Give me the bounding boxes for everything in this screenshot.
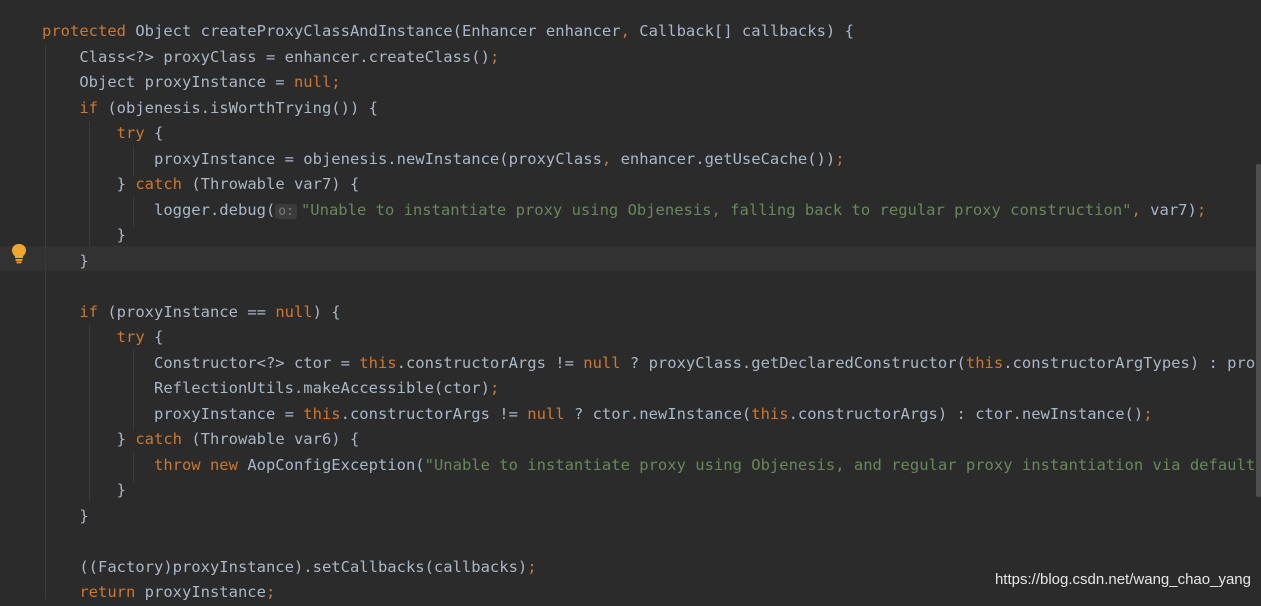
code-token: (Throwable var6) {: [191, 430, 360, 448]
code-token: (Throwable var7) {: [191, 175, 360, 193]
code-token: protected: [42, 22, 136, 40]
code-line[interactable]: try {: [42, 325, 1256, 351]
code-token: {: [153, 328, 164, 346]
code-token: this: [359, 353, 397, 372]
code-line[interactable]: } catch (Throwable var6) {: [42, 427, 1256, 453]
code-line[interactable]: [42, 529, 1256, 555]
code-token: ;: [1143, 404, 1153, 423]
code-token: "Unable to instantiate proxy using Objen…: [424, 455, 1256, 474]
code-token: Constructor<?> ctor =: [42, 353, 360, 372]
code-line[interactable]: } catch (Throwable var7) {: [42, 172, 1256, 198]
code-token: AopConfigException(: [247, 455, 425, 474]
code-line[interactable]: }: [42, 478, 1256, 504]
code-token: ,: [601, 149, 621, 168]
code-token: ;: [1196, 200, 1207, 219]
code-token: proxyInstance = objenesis.newInstance(pr…: [42, 149, 602, 168]
code-token: Callback[] callbacks) {: [639, 22, 854, 40]
vertical-scrollbar[interactable]: [1256, 164, 1261, 497]
code-token: .constructorArgs !=: [396, 353, 584, 372]
code-token: }: [42, 251, 89, 270]
code-token: null: [527, 404, 574, 423]
code-token: }: [42, 226, 126, 244]
code-token: throw new: [153, 455, 248, 474]
code-token: ,: [620, 22, 640, 40]
code-line[interactable]: Class<?> proxyClass = enhancer.createCla…: [42, 45, 1256, 71]
code-token: proxyInstance: [144, 583, 266, 601]
code-token: }: [42, 175, 136, 193]
code-token: try: [116, 328, 154, 346]
code-token: "Unable to instantiate proxy using Objen…: [300, 200, 1132, 219]
code-line[interactable]: throw new AopConfigException("Unable to …: [42, 453, 1256, 479]
code-token: }: [42, 430, 136, 448]
code-line[interactable]: }: [42, 223, 1256, 249]
code-line[interactable]: proxyInstance = this.constructorArgs != …: [42, 402, 1256, 428]
code-token: ;: [331, 73, 341, 91]
code-token: ? proxyClass.getDeclaredConstructor(: [629, 353, 966, 372]
lightbulb-icon[interactable]: [10, 243, 28, 265]
code-line[interactable]: protected Object createProxyClassAndInst…: [42, 19, 1256, 45]
code-token: enhancer.getUseCache()): [620, 149, 836, 168]
code-token: if: [79, 302, 108, 321]
code-token: .constructorArgs !=: [340, 404, 528, 423]
code-token: return: [79, 583, 145, 601]
parameter-hint: o:: [275, 203, 297, 219]
code-line[interactable]: proxyInstance = objenesis.newInstance(pr…: [42, 147, 1256, 173]
code-line[interactable]: Object proxyInstance = null;: [42, 70, 1256, 96]
code-token: logger.debug(: [42, 200, 276, 219]
code-token: ;: [489, 379, 500, 397]
code-token: }: [42, 506, 89, 525]
code-token: (proxyInstance ==: [107, 302, 276, 321]
code-token: Class<?> proxyClass = enhancer.createCla…: [42, 47, 490, 66]
code-token: Object proxyInstance =: [42, 73, 294, 91]
code-token: }: [42, 481, 126, 499]
code-line[interactable]: Constructor<?> ctor = this.constructorAr…: [42, 351, 1256, 377]
code-token: ,: [1131, 200, 1151, 219]
code-token: null: [293, 73, 332, 91]
code-token: var7): [1150, 200, 1197, 219]
code-token: ) {: [312, 302, 341, 321]
code-token: ;: [489, 47, 500, 66]
code-token: proxyInstance =: [42, 404, 304, 423]
code-line[interactable]: [42, 274, 1256, 300]
code-token: catch: [135, 430, 192, 448]
code-line[interactable]: logger.debug(o: "Unable to instantiate pr…: [42, 198, 1256, 224]
code-token: .constructorArgTypes) : proxyClass.getDe…: [1003, 353, 1256, 372]
code-token: ReflectionUtils.makeAccessible(ctor): [42, 379, 490, 397]
code-token: ((Factory)proxyInstance).setCallbacks(ca…: [42, 557, 528, 576]
editor-gutter: [0, 0, 40, 599]
code-token: .constructorArgs) : ctor.newInstance(): [788, 404, 1144, 423]
code-token: ;: [527, 557, 537, 576]
code-token: {: [153, 124, 164, 142]
code-line[interactable]: try {: [42, 121, 1256, 147]
watermark-url: https://blog.csdn.net/wang_chao_yang: [994, 571, 1251, 588]
code-token: Object createProxyClassAndInstance(Enhan…: [135, 22, 621, 40]
code-editor[interactable]: protected Object createProxyClassAndInst…: [42, 19, 1256, 606]
code-line[interactable]: ReflectionUtils.makeAccessible(ctor);: [42, 376, 1256, 402]
code-token: this: [303, 404, 341, 423]
code-token: null: [583, 353, 630, 372]
code-token: ;: [835, 149, 845, 168]
code-line[interactable]: if (proxyInstance == null) {: [42, 300, 1256, 326]
code-token: ;: [265, 583, 276, 601]
code-token: ? ctor.newInstance(: [573, 404, 752, 423]
code-token: null: [275, 302, 313, 321]
code-line[interactable]: }: [42, 249, 1256, 275]
code-line[interactable]: if (objenesis.isWorthTrying()) {: [42, 96, 1256, 122]
code-token: (objenesis.isWorthTrying()) {: [107, 98, 378, 117]
code-token: catch: [135, 175, 192, 193]
code-token: if: [79, 98, 108, 117]
code-token: this: [965, 353, 1004, 372]
code-line[interactable]: }: [42, 504, 1256, 530]
code-token: this: [751, 404, 789, 423]
code-token: try: [116, 124, 154, 142]
